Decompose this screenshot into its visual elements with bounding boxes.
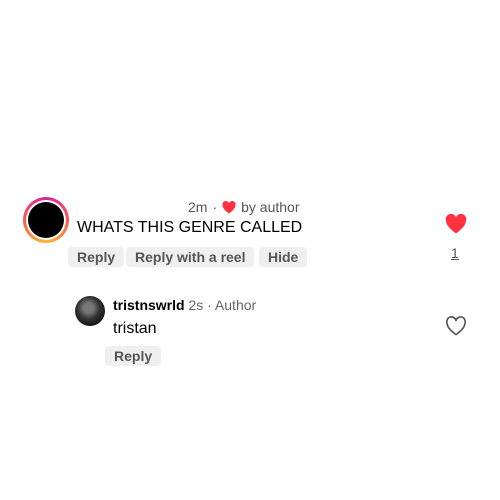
reply-button[interactable]: Reply [105, 346, 162, 366]
avatar[interactable] [28, 202, 64, 238]
heart-filled-icon[interactable] [445, 214, 467, 234]
reply-text: tristan [113, 320, 157, 337]
comment-meta: 2m · by author [188, 199, 300, 215]
reply-meta: tristnswrld 2s · Author [113, 297, 256, 313]
hide-button[interactable]: Hide [259, 247, 308, 267]
heart-filled-icon [222, 200, 236, 214]
comment-text: WHATS THIS GENRE CALLED [77, 219, 303, 236]
separator-dot: · [212, 199, 218, 215]
comment-time: 2m [188, 199, 208, 215]
like-count[interactable]: 1 [451, 245, 459, 261]
liked-by-author-label: by author [241, 199, 300, 215]
reply-button[interactable]: Reply [68, 247, 125, 267]
reply-with-reel-button[interactable]: Reply with a reel [126, 247, 255, 267]
avatar[interactable] [75, 296, 105, 326]
reply-time-author: 2s · Author [188, 297, 257, 313]
heart-outline-icon[interactable] [445, 316, 467, 336]
reply-username[interactable]: tristnswrld [113, 297, 185, 313]
